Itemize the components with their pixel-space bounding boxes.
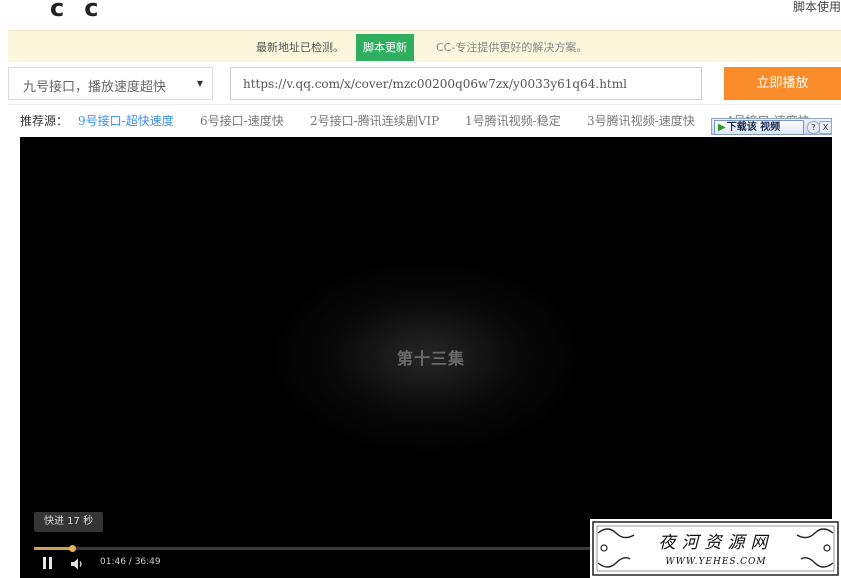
source-item[interactable]: 9号接口-超快速度 — [78, 112, 174, 129]
pause-icon — [49, 557, 52, 569]
speaker-icon — [71, 558, 82, 570]
source-item[interactable]: 1号腾讯视频-稳定 — [465, 112, 561, 129]
script-update-button[interactable]: 脚本更新 — [356, 34, 414, 61]
notice-slogan: CC-专注提供更好的解决方案。 — [436, 41, 588, 54]
pause-icon — [43, 557, 46, 569]
progress-handle[interactable] — [68, 545, 76, 552]
watermark-url: WWW.YEHES.COM — [665, 557, 766, 567]
volume-button[interactable] — [70, 556, 84, 570]
notice-text: 最新地址已检测。 — [256, 41, 344, 54]
chevron-down-icon: ▼ — [196, 79, 203, 88]
time-display: 01:46 / 36:49 — [100, 557, 161, 567]
download-video-button[interactable]: ▶下载该 视频 — [714, 120, 804, 135]
logo-letter: c — [84, 0, 99, 22]
progress-fill — [34, 547, 72, 550]
video-player[interactable]: 第十三集 快进 17 秒 01:46 / 36:49 — [20, 137, 832, 578]
play-now-button[interactable]: 立即播放 — [724, 67, 841, 100]
logo-letter: c — [50, 0, 65, 22]
source-item[interactable]: 2号接口-腾讯连续剧VIP — [310, 112, 439, 129]
video-url-input[interactable] — [230, 67, 702, 100]
watermark-logo: 夜河资源网 WWW.YEHES.COM — [590, 519, 841, 578]
sources-label: 推荐源： — [20, 114, 69, 128]
notice-bar: 最新地址已检测。 脚本更新 CC-专注提供更好的解决方案。 — [8, 30, 841, 62]
source-item[interactable]: 3号腾讯视频-速度快 — [587, 112, 695, 129]
play-icon: ▶ — [718, 122, 726, 133]
interface-select-value: 九号接口，播放速度超快 — [23, 80, 167, 95]
episode-title: 第十三集 — [396, 349, 465, 368]
pause-button[interactable] — [42, 557, 54, 569]
seek-toast: 快进 17 秒 — [34, 512, 104, 532]
watermark-title: 夜河资源网 — [659, 533, 774, 553]
script-usage-link[interactable]: 脚本使用 — [793, 0, 841, 15]
video-download-widget: ▶下载该 视频 ? X — [711, 118, 832, 135]
page: cc 脚本使用 最新地址已检测。 脚本更新 CC-专注提供更好的解决方案。 九号… — [0, 0, 841, 578]
interface-select[interactable]: 九号接口，播放速度超快 ▼ — [8, 67, 213, 100]
site-logo[interactable]: cc — [50, 0, 118, 22]
close-icon[interactable]: X — [819, 121, 832, 134]
source-item[interactable]: 6号接口-速度快 — [200, 112, 284, 129]
download-label: 下载该 视频 — [726, 122, 781, 133]
